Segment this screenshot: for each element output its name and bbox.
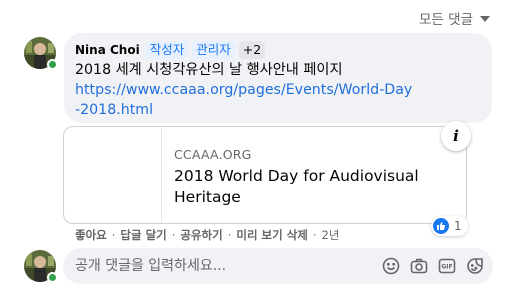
link-preview-card[interactable]: CCAAA.ORG 2018 World Day for Audiovisual… [63,126,467,224]
action-separator: · [227,228,232,242]
comment-sort-dropdown[interactable]: 모든 댓글 [419,8,490,28]
composer-tools: GIF [381,256,485,276]
comment-sort-label: 모든 댓글 [419,12,473,28]
camera-icon[interactable] [409,256,429,276]
remove-preview-button[interactable]: 미리 보기 삭제 [236,227,308,243]
preview-domain: CCAAA.ORG [174,147,252,162]
caret-down-icon [480,15,490,22]
action-separator: · [312,228,317,242]
share-button[interactable]: 공유하기 [180,227,222,243]
comment-header: Nina Choi 작성자 관리자 +2 [75,41,266,59]
online-status-dot [47,59,58,70]
more-badges[interactable]: +2 [238,41,266,59]
action-separator: · [111,228,116,242]
like-icon [433,218,449,234]
emoji-icon[interactable] [381,256,401,276]
like-button[interactable]: 좋아요 [75,227,107,243]
reaction-count: 1 [454,219,462,233]
comment-link[interactable]: https://www.ccaaa.org/pages/Events/World… [75,80,415,120]
sticker-icon[interactable] [465,256,485,276]
comment-text: 2018 세계 시청각유산의 날 행사안내 페이지 [75,62,343,78]
reaction-summary[interactable]: 1 [431,216,468,236]
preview-title: 2018 World Day for Audiovisual Heritage [174,167,419,206]
online-status-dot [47,272,58,283]
comment-author-name[interactable]: Nina Choi [75,43,140,57]
reply-button[interactable]: 답글 달기 [120,227,166,243]
info-icon[interactable]: i [441,121,471,151]
action-separator: · [171,228,176,242]
preview-divider [161,127,162,223]
comment-composer: GIF [63,248,493,284]
comment-input[interactable] [63,248,363,284]
author-badge: 작성자 [145,41,189,59]
comment-timestamp[interactable]: 2년 [322,227,340,243]
svg-text:GIF: GIF [441,264,452,271]
gif-icon[interactable]: GIF [437,256,457,276]
comment-actions: 좋아요 · 답글 달기 · 공유하기 · 미리 보기 삭제 · 2년 [75,227,339,243]
admin-badge: 관리자 [192,41,235,59]
